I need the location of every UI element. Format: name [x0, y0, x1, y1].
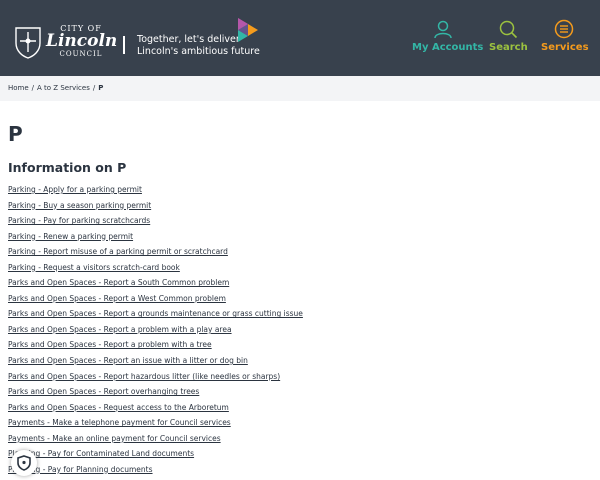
logo-line-3: COUNCIL: [59, 50, 103, 58]
list-item: Parking - Report misuse of a parking per…: [8, 244, 508, 260]
search-label: Search: [489, 42, 528, 53]
shield-icon: [17, 455, 31, 471]
list-item: Parks and Open Spaces - Report a problem…: [8, 337, 508, 353]
menu-icon: [554, 19, 574, 39]
service-link[interactable]: Parking - Request a visitors scratch-car…: [8, 263, 180, 272]
list-item: Parks and Open Spaces - Report a West Co…: [8, 291, 508, 307]
service-link[interactable]: Payments - Make a telephone payment for …: [8, 418, 231, 427]
my-accounts-button[interactable]: My Accounts: [412, 19, 484, 53]
service-link[interactable]: Parks and Open Spaces - Report a grounds…: [8, 309, 303, 318]
service-links-list: Parking - Apply for a parking permit Par…: [8, 182, 508, 477]
search-icon: [499, 20, 518, 39]
tagline-arrow-mark-icon: [238, 18, 258, 42]
user-icon: [434, 20, 452, 39]
service-link[interactable]: Parks and Open Spaces - Request access t…: [8, 403, 229, 412]
list-item: Payments - Make an online payment for Co…: [8, 431, 508, 447]
cookie-settings-button[interactable]: [11, 450, 37, 476]
list-item: Planning - Pay for Planning documents: [8, 462, 508, 478]
list-item: Parks and Open Spaces - Report a South C…: [8, 275, 508, 291]
service-link[interactable]: Parks and Open Spaces - Report overhangi…: [8, 387, 199, 396]
service-link[interactable]: Parking - Buy a season parking permit: [8, 201, 151, 210]
page-title: P: [8, 122, 23, 146]
list-item: Parks and Open Spaces - Report an issue …: [8, 353, 508, 369]
site-header: CITY OF Lincoln COUNCIL Together, let's …: [0, 0, 600, 76]
service-link[interactable]: Parking - Apply for a parking permit: [8, 185, 142, 194]
services-label: Services: [541, 42, 589, 53]
logo-divider: [123, 36, 125, 54]
breadcrumb-home[interactable]: Home: [8, 84, 29, 92]
breadcrumb-separator: /: [92, 84, 96, 92]
list-item: Parking - Renew a parking permit: [8, 229, 508, 245]
breadcrumb-separator: /: [31, 84, 35, 92]
service-link[interactable]: Parks and Open Spaces - Report a South C…: [8, 278, 229, 287]
list-item: Parks and Open Spaces - Report hazardous…: [8, 369, 508, 385]
search-button[interactable]: Search: [489, 19, 528, 53]
list-item: Parks and Open Spaces - Request access t…: [8, 400, 508, 416]
list-item: Parking - Request a visitors scratch-car…: [8, 260, 508, 276]
service-link[interactable]: Parking - Renew a parking permit: [8, 232, 133, 241]
list-item: Planning - Pay for Contaminated Land doc…: [8, 446, 508, 462]
list-item: Parking - Apply for a parking permit: [8, 182, 508, 198]
list-item: Parks and Open Spaces - Report a grounds…: [8, 306, 508, 322]
service-link[interactable]: Parks and Open Spaces - Report hazardous…: [8, 372, 280, 381]
list-item: Parking - Buy a season parking permit: [8, 198, 508, 214]
tagline-line-2: Lincoln's ambitious future: [137, 46, 260, 57]
list-item: Parking - Pay for parking scratchcards: [8, 213, 508, 229]
breadcrumb: Home / A to Z Services / P: [0, 76, 600, 101]
breadcrumb-current: P: [98, 84, 104, 92]
section-title: Information on P: [8, 160, 127, 175]
council-logo[interactable]: CITY OF Lincoln COUNCIL: [46, 24, 118, 59]
list-item: Payments - Make a telephone payment for …: [8, 415, 508, 431]
service-link[interactable]: Payments - Make an online payment for Co…: [8, 434, 221, 443]
service-link[interactable]: Parks and Open Spaces - Report an issue …: [8, 356, 248, 365]
breadcrumb-a-to-z[interactable]: A to Z Services: [37, 84, 90, 92]
services-menu-button[interactable]: Services: [541, 19, 589, 53]
service-link[interactable]: Parks and Open Spaces - Report a West Co…: [8, 294, 226, 303]
logo-line-2: Lincoln: [46, 31, 118, 51]
service-link[interactable]: Parking - Pay for parking scratchcards: [8, 216, 150, 225]
list-item: Parks and Open Spaces - Report a problem…: [8, 322, 508, 338]
service-link[interactable]: Parks and Open Spaces - Report a problem…: [8, 325, 232, 334]
city-crest-icon: [15, 27, 41, 59]
list-item: Parks and Open Spaces - Report overhangi…: [8, 384, 508, 400]
my-accounts-label: My Accounts: [412, 42, 484, 53]
service-link[interactable]: Parks and Open Spaces - Report a problem…: [8, 340, 212, 349]
service-link[interactable]: Parking - Report misuse of a parking per…: [8, 247, 228, 256]
